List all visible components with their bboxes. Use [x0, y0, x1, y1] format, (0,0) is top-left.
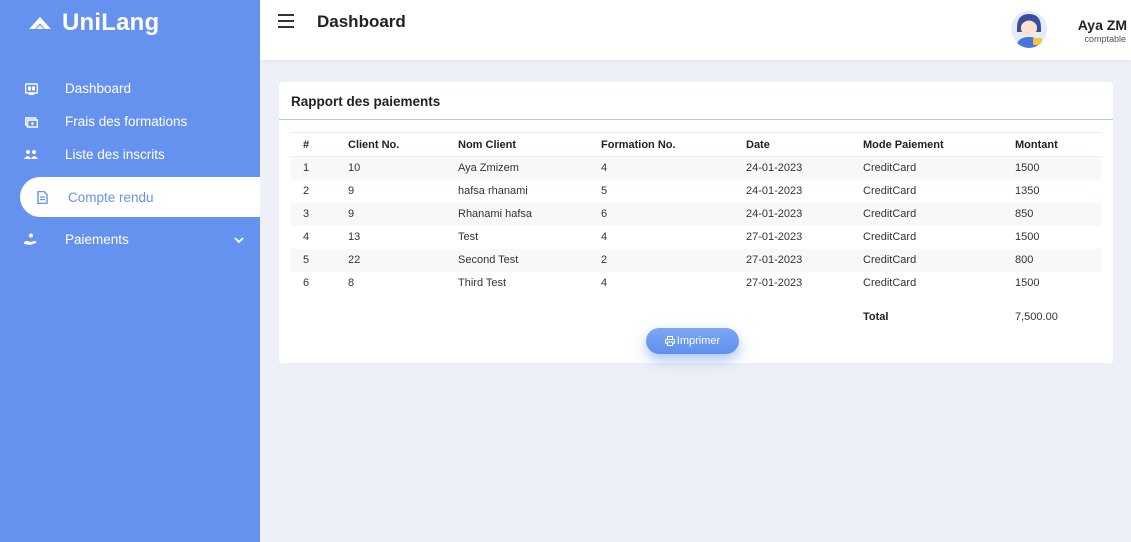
table-cell: 4 — [601, 156, 746, 180]
page-title: Dashboard — [317, 12, 406, 31]
table-row: 4 13 Test 4 27-01-2023 CreditCard 1500 — [291, 226, 1101, 249]
table-cell: 22 — [348, 248, 458, 272]
table-cell: CreditCard — [863, 185, 917, 197]
table-cell: Third Test — [458, 277, 507, 289]
table-cell: CreditCard — [863, 202, 1015, 226]
sidebar-item-inscrits[interactable]: Liste des inscrits — [0, 138, 260, 171]
brand-name: UniLang — [62, 9, 160, 36]
table-cell: 4 — [601, 231, 608, 243]
table-cell: Second Test — [458, 248, 601, 272]
table-cell: 3 — [291, 202, 348, 226]
table-row: 5 22 Second Test 2 27-01-2023 CreditCard… — [291, 248, 1101, 272]
money-icon — [23, 114, 39, 130]
table-row: 3 9 Rhanami hafsa 6 24-01-2023 CreditCar… — [291, 202, 1101, 226]
printer-icon — [664, 336, 675, 346]
sidebar-item-label: Compte rendu — [68, 189, 154, 205]
table-cell: Test — [458, 231, 479, 243]
sidebar-item-frais[interactable]: Frais des formations — [0, 105, 260, 138]
total-value: 7,500.00 — [1015, 310, 1058, 323]
table-cell: 1500 — [1015, 277, 1040, 289]
table-cell: 24-01-2023 — [746, 202, 863, 226]
sidebar: UniLang Dashboard Frais des formations L… — [0, 0, 260, 542]
report-card: Rapport des paiements # Client No. Nom C… — [279, 82, 1113, 363]
table-cell: 1350 — [1015, 185, 1040, 197]
table-cell: 2 — [303, 185, 310, 197]
divider — [279, 119, 1113, 120]
table-cell: 850 — [1015, 202, 1101, 226]
top-header: Dashboard Aya ZM comptable — [260, 0, 1131, 60]
table-cell: 4 — [601, 277, 608, 289]
table-cell: 2 — [601, 248, 746, 272]
hamburger-menu-icon[interactable] — [278, 14, 294, 28]
table-cell: 24-01-2023 — [746, 156, 863, 180]
sidebar-item-label: Paiements — [65, 232, 129, 247]
sidebar-nav: Dashboard Frais des formations Liste des… — [0, 72, 260, 256]
column-header: Montant — [1015, 132, 1101, 157]
table-cell: hafsa rhanami — [458, 185, 528, 197]
table-cell: 1500 — [1015, 156, 1101, 180]
table-cell: 6 — [303, 277, 310, 289]
column-header: # — [291, 132, 348, 157]
print-button[interactable]: Imprimer — [646, 328, 739, 354]
table-cell: 27-01-2023 — [746, 231, 803, 243]
table-cell: 4 — [303, 231, 310, 243]
user-name: Aya ZM — [1077, 17, 1127, 33]
table-cell: 24-01-2023 — [746, 185, 803, 197]
payments-table: # Client No. Nom Client Formation No. Da… — [291, 132, 1101, 329]
table-cell: 6 — [601, 202, 746, 226]
table-cell: 5 — [601, 185, 608, 197]
table-cell: 800 — [1015, 248, 1101, 272]
table-cell: CreditCard — [863, 277, 917, 289]
payment-icon — [23, 232, 39, 248]
table-row: 1 10 Aya Zmizem 4 24-01-2023 CreditCard … — [291, 156, 1101, 180]
sidebar-item-paiements[interactable]: Paiements — [0, 223, 260, 256]
table-cell: 1500 — [1015, 231, 1040, 243]
total-label: Total — [863, 310, 889, 323]
report-title: Rapport des paiements — [291, 94, 441, 109]
table-cell: 8 — [348, 277, 355, 289]
total-row: Total 7,500.00 — [291, 295, 1101, 329]
chevron-down-icon[interactable] — [234, 232, 244, 247]
table-cell: CreditCard — [863, 248, 1015, 272]
column-header: Client No. — [348, 132, 458, 157]
print-button-label: Imprimer — [676, 335, 721, 347]
column-header: Date — [746, 132, 863, 157]
table-cell: 1 — [291, 156, 348, 180]
user-role: comptable — [1084, 34, 1126, 44]
table-row: 2 9 hafsa rhanami 5 24-01-2023 CreditCar… — [291, 180, 1101, 203]
sidebar-item-compte-rendu[interactable]: Compte rendu — [20, 177, 260, 217]
table-cell: CreditCard — [863, 156, 1015, 180]
column-header: Mode Paiement — [863, 132, 1015, 157]
column-header: Formation No. — [601, 132, 746, 157]
table-cell: 27-01-2023 — [746, 277, 803, 289]
table-cell: 9 — [348, 202, 458, 226]
table-header-row: # Client No. Nom Client Formation No. Da… — [291, 132, 1101, 157]
dashboard-icon — [23, 81, 39, 97]
column-header: Nom Client — [458, 132, 601, 157]
sidebar-item-dashboard[interactable]: Dashboard — [0, 72, 260, 105]
sidebar-item-label: Frais des formations — [65, 114, 188, 129]
table-cell: Rhanami hafsa — [458, 202, 601, 226]
document-icon — [34, 189, 50, 205]
table-cell: 5 — [291, 248, 348, 272]
table-cell: CreditCard — [863, 231, 917, 243]
sidebar-item-label: Dashboard — [65, 81, 132, 96]
sidebar-item-label: Liste des inscrits — [65, 147, 165, 162]
table-row: 6 8 Third Test 4 27-01-2023 CreditCard 1… — [291, 272, 1101, 295]
table-cell: 10 — [348, 156, 458, 180]
table-cell: Aya Zmizem — [458, 156, 601, 180]
logo-icon — [29, 17, 51, 29]
table-cell: 9 — [348, 185, 355, 197]
table-cell: 13 — [348, 231, 361, 243]
table-cell: 27-01-2023 — [746, 248, 863, 272]
brand[interactable]: UniLang — [0, 0, 260, 46]
avatar[interactable] — [1011, 10, 1047, 48]
users-icon — [23, 147, 39, 163]
